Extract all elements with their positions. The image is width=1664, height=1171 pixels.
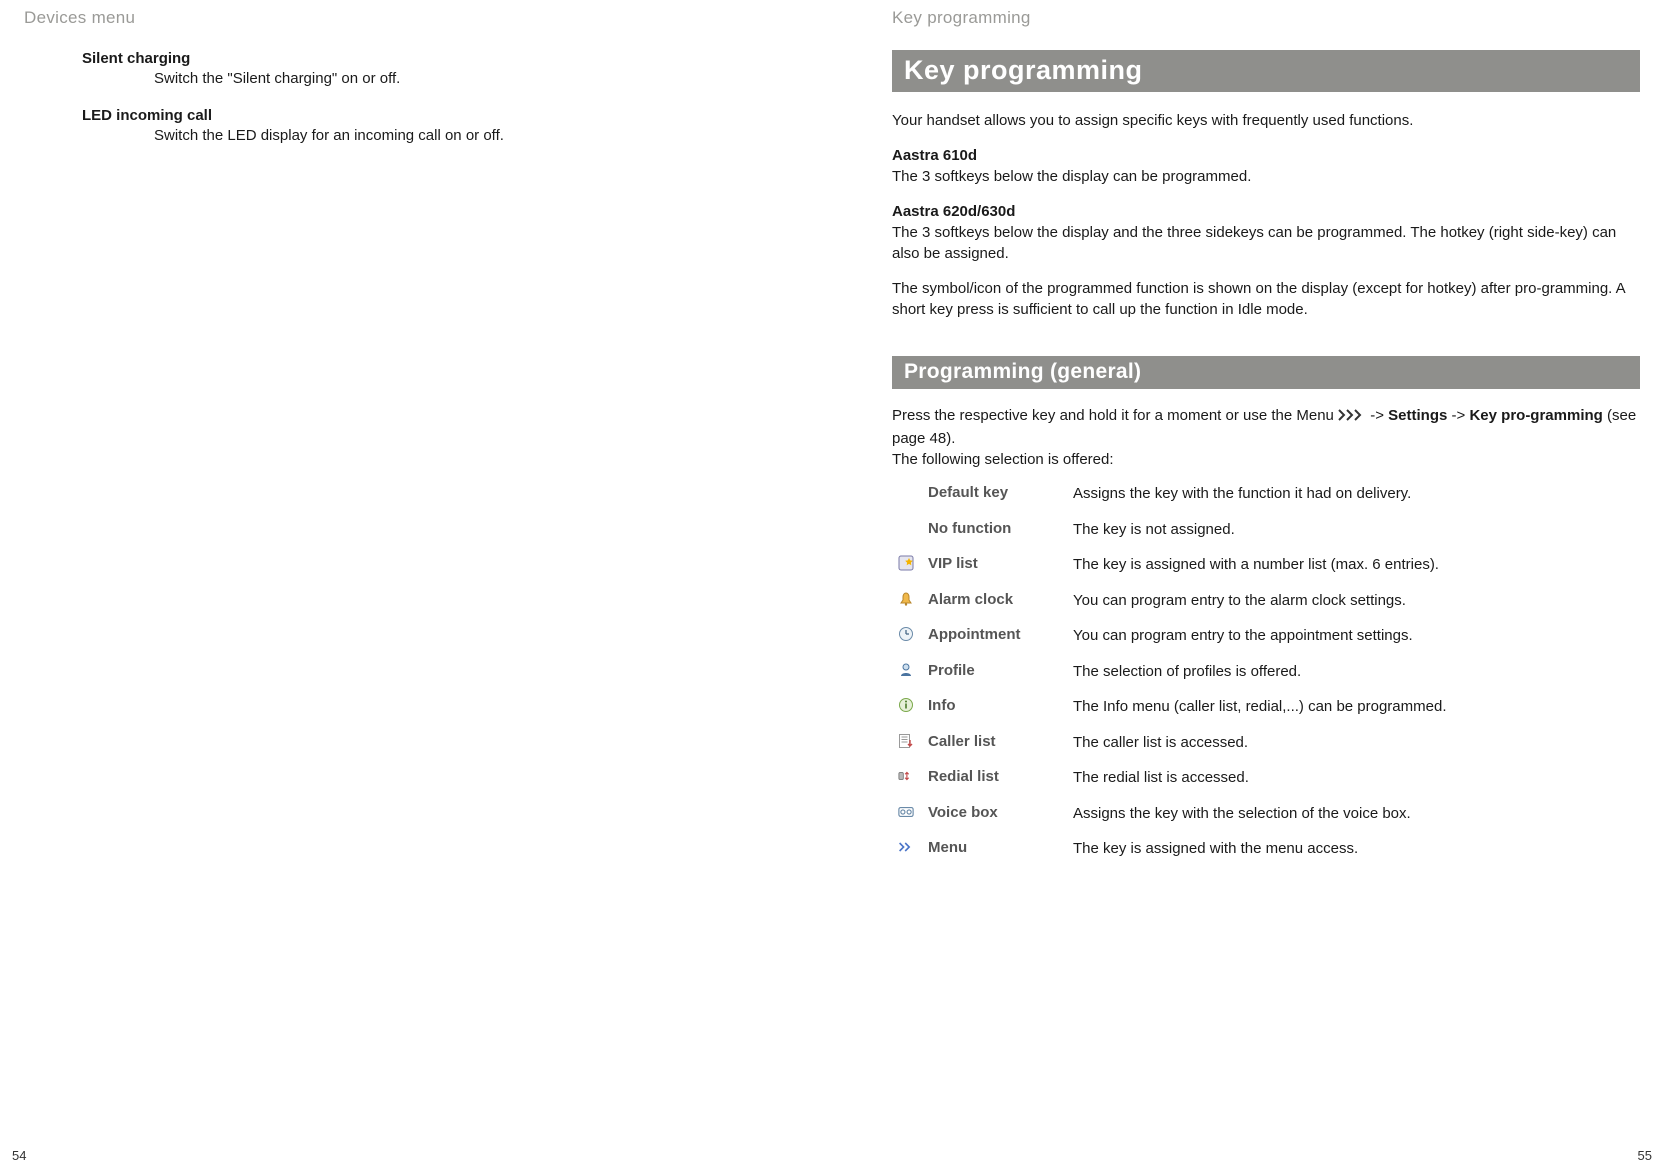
model-block: Aastra 620d/630d The 3 softkeys below th… <box>892 201 1640 264</box>
option-name: Redial list <box>928 768 1073 785</box>
option-row: Voice box Assigns the key with the selec… <box>898 804 1640 824</box>
vip-list-icon <box>898 555 928 571</box>
appointment-icon <box>898 626 928 642</box>
devices-entry: Silent charging Switch the "Silent charg… <box>82 50 772 89</box>
profile-icon <box>898 662 928 678</box>
option-desc: The key is not assigned. <box>1073 520 1640 540</box>
option-row: Default key Assigns the key with the fun… <box>898 484 1640 504</box>
page-number-right: 55 <box>1638 1148 1652 1163</box>
running-header-left: Devices menu <box>24 8 772 28</box>
devices-entry: LED incoming call Switch the LED display… <box>82 107 772 146</box>
option-row: Caller list The caller list is accessed. <box>898 733 1640 753</box>
option-row: No function The key is not assigned. <box>898 520 1640 540</box>
page-number-left: 54 <box>12 1148 26 1163</box>
left-page: Devices menu Silent charging Switch the … <box>0 0 832 1171</box>
options-table: Default key Assigns the key with the fun… <box>898 484 1640 859</box>
option-desc: The selection of profiles is offered. <box>1073 662 1640 682</box>
option-name: Alarm clock <box>928 591 1073 608</box>
option-desc: The caller list is accessed. <box>1073 733 1640 753</box>
option-name: No function <box>928 520 1073 537</box>
option-name: Info <box>928 697 1073 714</box>
intro-text: Your handset allows you to assign specif… <box>892 110 1640 131</box>
option-desc: The key is assigned with a number list (… <box>1073 555 1640 575</box>
section-title-bar: Key programming <box>892 50 1640 92</box>
entry-head: Silent charging <box>82 50 772 67</box>
option-row: Appointment You can program entry to the… <box>898 626 1640 646</box>
option-desc: Assigns the key with the function it had… <box>1073 484 1640 504</box>
press-instruction: Press the respective key and hold it for… <box>892 405 1640 470</box>
redial-list-icon <box>898 768 928 784</box>
model-head: Aastra 610d <box>892 147 977 164</box>
running-header-right: Key programming <box>892 8 1640 28</box>
option-desc: The redial list is accessed. <box>1073 768 1640 788</box>
entry-body: Switch the "Silent charging" on or off. <box>154 69 772 89</box>
model-head: Aastra 620d/630d <box>892 203 1015 220</box>
info-icon <box>898 697 928 713</box>
entry-body: Switch the LED display for an incoming c… <box>154 126 772 146</box>
caller-list-icon <box>898 733 928 749</box>
option-row: Alarm clock You can program entry to the… <box>898 591 1640 611</box>
option-name: Caller list <box>928 733 1073 750</box>
menu-icon <box>898 839 928 855</box>
option-row: Profile The selection of profiles is off… <box>898 662 1640 682</box>
voice-box-icon <box>898 804 928 820</box>
model-block: Aastra 610d The 3 softkeys below the dis… <box>892 145 1640 187</box>
option-name: Menu <box>928 839 1073 856</box>
menu-chevrons-icon <box>1338 407 1366 428</box>
option-desc: You can program entry to the alarm clock… <box>1073 591 1640 611</box>
option-row: Info The Info menu (caller list, redial,… <box>898 697 1640 717</box>
option-desc: The key is assigned with the menu access… <box>1073 839 1640 859</box>
model-body: The 3 softkeys below the display can be … <box>892 168 1251 185</box>
entry-head: LED incoming call <box>82 107 772 124</box>
subsection-bar: Programming (general) <box>892 356 1640 389</box>
option-name: Profile <box>928 662 1073 679</box>
option-name: Appointment <box>928 626 1073 643</box>
right-page: Key programming Key programming Your han… <box>832 0 1664 1171</box>
option-desc: You can program entry to the appointment… <box>1073 626 1640 646</box>
note-text: The symbol/icon of the programmed functi… <box>892 278 1640 320</box>
option-name: Voice box <box>928 804 1073 821</box>
option-name: Default key <box>928 484 1073 501</box>
option-desc: The Info menu (caller list, redial,...) … <box>1073 697 1640 717</box>
option-desc: Assigns the key with the selection of th… <box>1073 804 1640 824</box>
option-row: Menu The key is assigned with the menu a… <box>898 839 1640 859</box>
model-body: The 3 softkeys below the display and the… <box>892 224 1616 262</box>
option-row: Redial list The redial list is accessed. <box>898 768 1640 788</box>
alarm-clock-icon <box>898 591 928 607</box>
option-row: VIP list The key is assigned with a numb… <box>898 555 1640 575</box>
option-name: VIP list <box>928 555 1073 572</box>
